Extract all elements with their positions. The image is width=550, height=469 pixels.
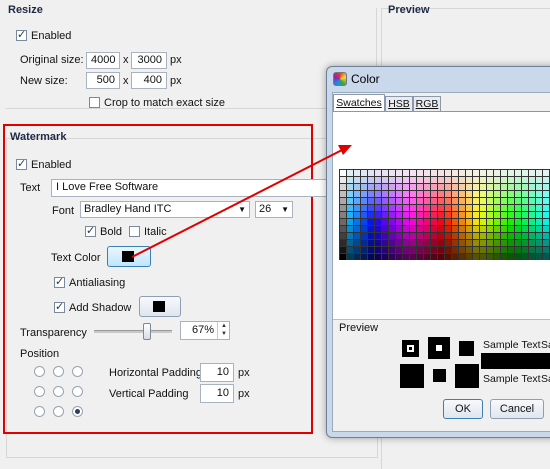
annotation-arrow [131, 145, 352, 258]
annotation-arrow-line [131, 149, 343, 258]
